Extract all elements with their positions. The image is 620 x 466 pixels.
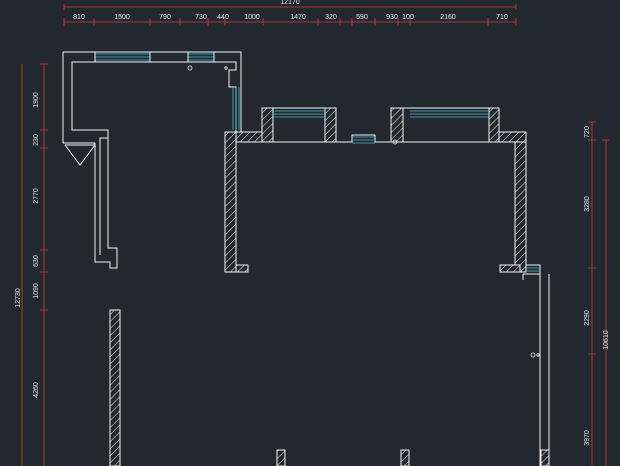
top-dim-label: 2160 xyxy=(440,14,456,21)
hatched-wall-left-column xyxy=(224,131,237,273)
hatched-wall-right-foot xyxy=(499,264,521,273)
hatched-wall-pillar xyxy=(261,107,274,143)
top-dim-label: 1000 xyxy=(244,14,260,21)
window-main-left xyxy=(273,107,325,118)
top-dim-label: 1470 xyxy=(290,14,306,21)
left-step-wall xyxy=(94,138,118,269)
left-dim-label: 2770 xyxy=(33,188,40,204)
floor-plan-canvas: 12170 810 1500 790 730 440 1000 1470 320… xyxy=(15,0,610,466)
hatched-wall-pillar xyxy=(488,107,500,143)
socket-icon xyxy=(224,66,228,70)
socket-icon xyxy=(187,65,193,71)
hatched-walls xyxy=(109,107,550,466)
window-right-side xyxy=(526,267,540,272)
top-dim-label: 590 xyxy=(356,14,368,21)
window-top-middle xyxy=(187,52,215,62)
top-dim-label: 440 xyxy=(217,14,229,21)
left-dim-label: 230 xyxy=(33,134,40,146)
right-dim-label: 3970 xyxy=(584,430,591,446)
socket-icon xyxy=(536,353,540,357)
left-dim-label: 1090 xyxy=(33,283,40,299)
left-dim-label: 1900 xyxy=(33,92,40,108)
hatched-wall-stub xyxy=(540,449,550,466)
hatched-wall-pillar xyxy=(324,107,337,143)
hatched-wall-right-column xyxy=(514,141,527,273)
window-right-of-upper-room xyxy=(232,87,240,130)
left-dim-label: 4260 xyxy=(33,382,40,398)
left-overall-dim-label: 12730 xyxy=(15,288,22,308)
top-dim-label: 100 xyxy=(402,14,414,21)
hatched-wall-stub xyxy=(276,449,286,466)
right-dim-label: 2290 xyxy=(584,310,591,326)
top-dim-label: 1500 xyxy=(114,14,130,21)
door-swing xyxy=(64,144,96,166)
right-dim-label: 3280 xyxy=(584,196,591,212)
upper-left-room-inner-wall xyxy=(62,52,96,255)
left-dimension-group: 12730 1900 230 2770 630 1090 4260 xyxy=(15,63,48,466)
hatched-wall-left-foot xyxy=(235,264,249,273)
right-overall-dim-label: 10610 xyxy=(603,330,610,350)
windows xyxy=(94,52,540,272)
hatched-wall-lower-left xyxy=(109,309,121,466)
socket-icon xyxy=(530,352,536,358)
window-main-center xyxy=(352,136,375,144)
upper-left-room-outer-wall xyxy=(63,51,242,255)
top-dim-label: 320 xyxy=(325,14,337,21)
top-dimension-group: 12170 810 1500 790 730 440 1000 1470 320… xyxy=(63,0,517,26)
left-dim-label: 630 xyxy=(33,255,40,267)
window-top-left xyxy=(94,52,151,62)
hatched-wall-top-right xyxy=(498,131,527,143)
right-dim-label: 720 xyxy=(584,126,591,138)
right-dimension-group: 720 3280 2290 3970 10610 xyxy=(584,121,610,466)
right-lower-wall xyxy=(522,274,550,466)
top-dim-label: 790 xyxy=(159,14,171,21)
top-dim-label: 810 xyxy=(73,14,85,21)
window-main-right xyxy=(403,107,489,118)
hatched-wall-stub xyxy=(400,449,410,466)
top-overall-dim-label: 12170 xyxy=(280,0,300,6)
top-dim-label: 930 xyxy=(386,14,398,21)
hatched-wall-pillar xyxy=(390,107,404,143)
top-dim-label: 710 xyxy=(496,14,508,21)
hatched-wall-top-left xyxy=(235,131,263,143)
top-dim-label: 730 xyxy=(195,14,207,21)
